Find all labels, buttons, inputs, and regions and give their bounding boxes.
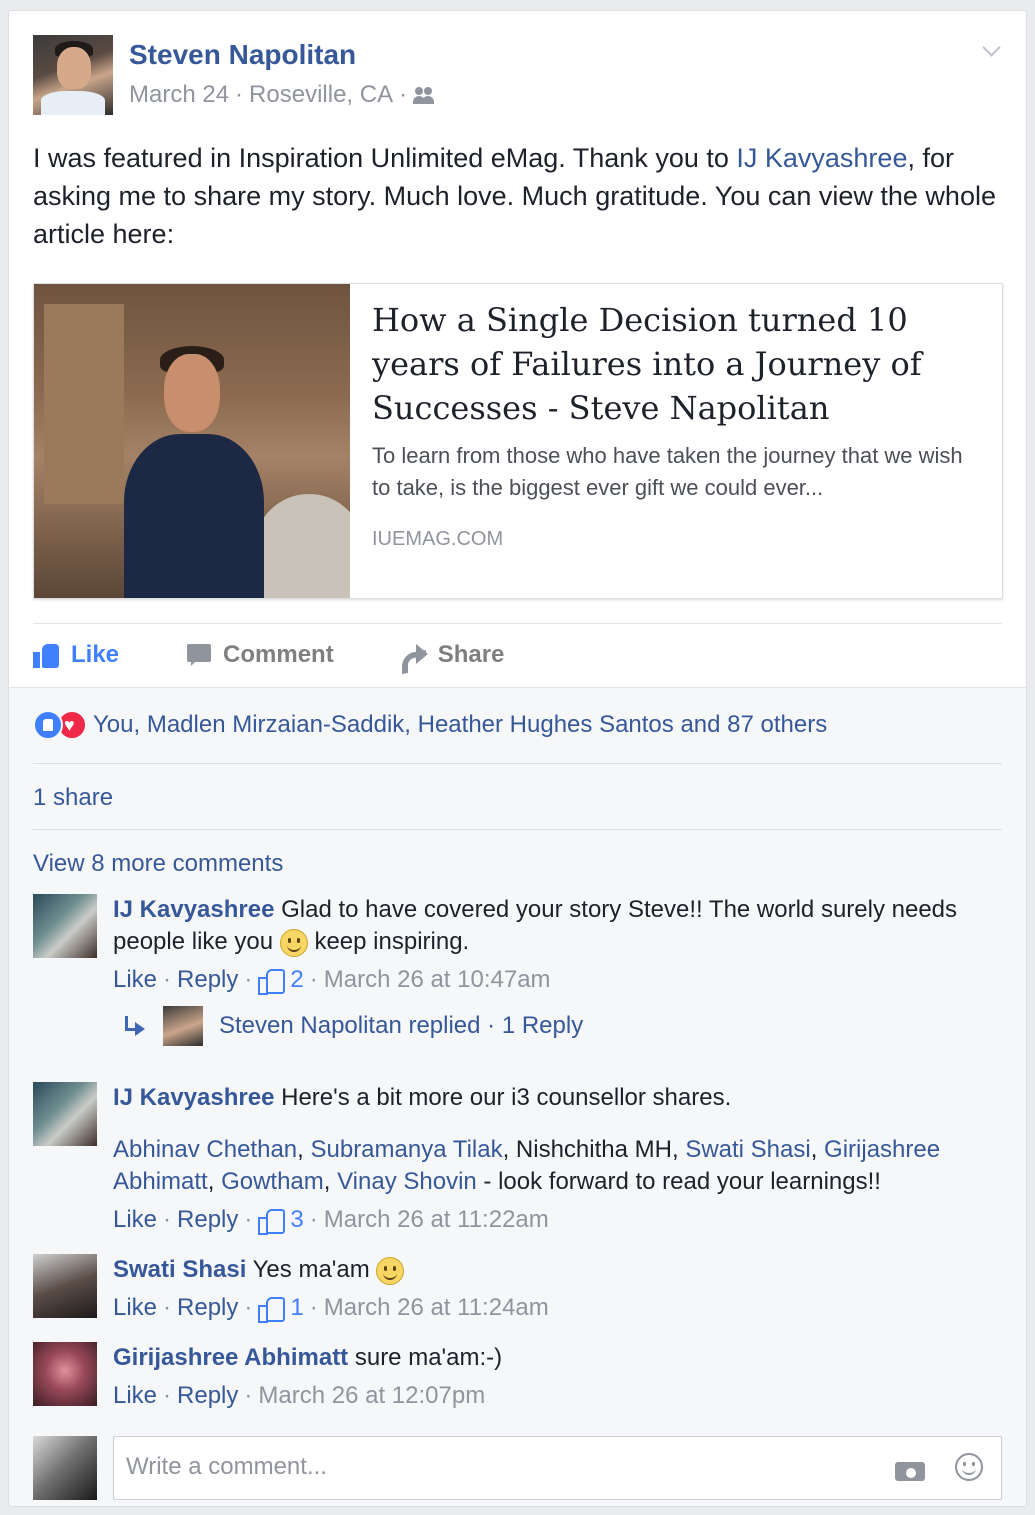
link-preview-body: How a Single Decision turned 10 years of… (372, 298, 982, 551)
link-preview-image[interactable] (34, 284, 350, 598)
comment-placeholder: Write a comment... (126, 1453, 327, 1480)
mention-link[interactable]: IJ Kavyashree (736, 143, 907, 173)
thumbs-up-icon (258, 1296, 286, 1323)
reply-arrow-icon (121, 1014, 149, 1038)
like-reaction-icon (33, 710, 63, 740)
action-bar: Like Comment Share (33, 633, 570, 677)
commenter-name[interactable]: Swati Shasi (113, 1256, 246, 1283)
smile-emoji-icon (279, 928, 308, 957)
divider (33, 623, 1002, 624)
comment-time[interactable]: March 26 at 10:47am (324, 964, 551, 996)
comment-like-count[interactable]: 3 (290, 1204, 303, 1236)
comment-like-link[interactable]: Like (113, 964, 157, 996)
camera-icon[interactable] (895, 1457, 925, 1481)
mention-link[interactable]: Abhinav Chethan (113, 1136, 297, 1163)
link-description: To learn from those who have taken the j… (372, 443, 963, 500)
comment-button[interactable]: Comment (185, 641, 334, 669)
like-button[interactable]: Like (33, 641, 119, 669)
divider (33, 763, 1002, 764)
comments-area: You, Madlen Mirzaian-Saddik, Heather Hug… (9, 687, 1026, 1506)
reactions-summary[interactable]: You, Madlen Mirzaian-Saddik, Heather Hug… (33, 710, 827, 740)
post-text: I was featured in Inspiration Unlimited … (33, 143, 996, 249)
comment-like-link[interactable]: Like (113, 1204, 157, 1236)
author-avatar[interactable] (33, 35, 113, 115)
post-header: Steven Napolitan March 24 · Roseville, C… (33, 35, 1002, 115)
comment-like-link[interactable]: Like (113, 1292, 157, 1324)
comment-like-count[interactable]: 1 (290, 1292, 303, 1324)
thumbs-up-icon (258, 968, 286, 995)
thumbs-up-icon (258, 1208, 286, 1235)
comment-reply-link[interactable]: Reply (177, 1204, 238, 1236)
link-preview[interactable]: How a Single Decision turned 10 years of… (33, 283, 1003, 599)
view-more-comments[interactable]: View 8 more comments (33, 850, 283, 878)
thumbs-up-icon (33, 642, 61, 668)
mention-link[interactable]: Subramanya Tilak (310, 1136, 502, 1163)
comment-time[interactable]: March 26 at 11:22am (324, 1204, 549, 1236)
comment-reply-link[interactable]: Reply (177, 1380, 238, 1412)
avatar[interactable] (33, 894, 97, 958)
chevron-down-icon[interactable] (982, 39, 1002, 59)
meta-separator: · (399, 81, 408, 108)
comment-like-link[interactable]: Like (113, 1380, 157, 1412)
post-location[interactable]: Roseville, CA (249, 81, 393, 109)
commenter-name[interactable]: IJ Kavyashree (113, 896, 274, 923)
comment-reply-link[interactable]: Reply (177, 1292, 238, 1324)
avatar[interactable] (163, 1006, 203, 1046)
comment-time[interactable]: March 26 at 11:24am (324, 1292, 549, 1324)
divider (33, 829, 1002, 830)
comment-icon (185, 642, 213, 668)
post-meta: March 24 · Roseville, CA · (129, 81, 437, 109)
post-card: Steven Napolitan March 24 · Roseville, C… (8, 10, 1027, 1507)
author-name[interactable]: Steven Napolitan (129, 39, 356, 71)
comment-input[interactable]: Write a comment... (113, 1436, 1002, 1500)
friends-icon[interactable] (413, 85, 437, 105)
mention-link[interactable]: Gowtham (221, 1168, 324, 1195)
mention-link[interactable]: Swati Shasi (685, 1136, 810, 1163)
share-icon (400, 642, 428, 668)
comment-composer: Write a comment... (33, 1436, 1002, 1500)
mention-link[interactable]: Vinay Shovin (337, 1168, 477, 1195)
comment-time[interactable]: March 26 at 12:07pm (258, 1380, 485, 1412)
avatar (33, 1436, 97, 1500)
mention-text: Nishchitha MH (515, 1136, 672, 1163)
comment-like-count[interactable]: 2 (290, 964, 303, 996)
commenter-name[interactable]: IJ Kavyashree (113, 1084, 274, 1111)
post-date[interactable]: March 24 (129, 81, 229, 109)
smile-emoji-icon (376, 1256, 405, 1285)
share-button[interactable]: Share (400, 641, 504, 669)
meta-separator: · (235, 81, 244, 108)
avatar[interactable] (33, 1082, 97, 1146)
share-count[interactable]: 1 share (33, 784, 113, 812)
comment-reply-link[interactable]: Reply (177, 964, 238, 996)
commenter-name[interactable]: Girijashree Abhimatt (113, 1344, 348, 1371)
reply-summary[interactable]: Steven Napolitan replied · 1 Reply (121, 1006, 583, 1046)
link-title[interactable]: How a Single Decision turned 10 years of… (372, 298, 982, 430)
avatar[interactable] (33, 1254, 97, 1318)
reactions-text[interactable]: You, Madlen Mirzaian-Saddik, Heather Hug… (93, 711, 827, 739)
emoji-icon[interactable] (955, 1453, 983, 1481)
avatar[interactable] (33, 1342, 97, 1406)
link-domain: IUEMAG.COM (372, 528, 504, 550)
